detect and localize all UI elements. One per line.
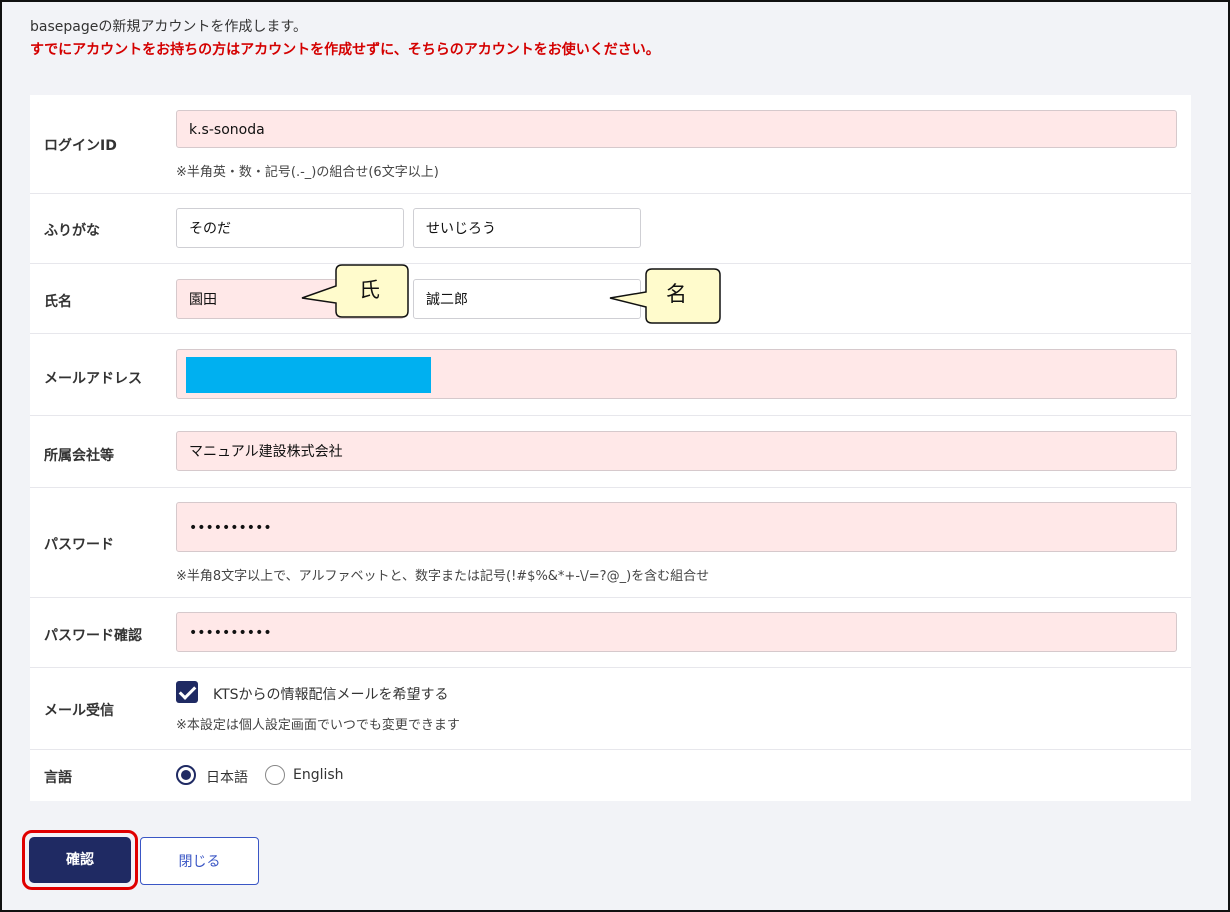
name-label: 氏名 xyxy=(44,294,72,310)
login-id-label: ログインID xyxy=(44,138,117,154)
language-label: 言語 xyxy=(44,770,72,786)
mail-hint: ※本設定は個人設定画面でいつでも変更できます xyxy=(176,718,460,733)
row-furigana: ふりがな そのだ せいじろう xyxy=(30,193,1191,264)
email-label: メールアドレス xyxy=(44,371,142,387)
furigana-first-input[interactable]: せいじろう xyxy=(413,208,641,248)
password-hint: ※半角8文字以上で、アルファベットと、数字または記号(!#$%&*+-\/=?@… xyxy=(176,569,710,584)
language-option-english[interactable]: English xyxy=(293,767,344,783)
company-input[interactable]: マニュアル建設株式会社 xyxy=(176,431,1177,471)
callout-first-name-bubble xyxy=(609,268,721,324)
language-radio-japanese[interactable] xyxy=(176,765,196,785)
row-password-confirm: パスワード確認 •••••••••• xyxy=(30,597,1191,668)
intro-text: basepageの新規アカウントを作成します。 xyxy=(30,19,307,35)
login-id-input[interactable]: k.s-sonoda xyxy=(176,110,1177,148)
confirm-button[interactable]: 確認 xyxy=(29,837,131,883)
callout-first-name-text: 名 xyxy=(666,282,687,306)
password-confirm-input[interactable]: •••••••••• xyxy=(176,612,1177,652)
callout-last-name-bubble xyxy=(301,264,409,318)
page-frame: basepageの新規アカウントを作成します。 すでにアカウントをお持ちの方はア… xyxy=(0,0,1230,912)
row-mail: メール受信 KTSからの情報配信メールを希望する ※本設定は個人設定画面でいつで… xyxy=(30,667,1191,750)
row-password: パスワード •••••••••• ※半角8文字以上で、アルファベットと、数字また… xyxy=(30,487,1191,598)
language-option-japanese[interactable]: 日本語 xyxy=(206,767,248,787)
mail-label: メール受信 xyxy=(44,703,114,719)
mail-opt-in-label[interactable]: KTSからの情報配信メールを希望する xyxy=(213,684,449,704)
row-email: メールアドレス xyxy=(30,333,1191,416)
confirm-button-highlight: 確認 xyxy=(22,830,138,890)
callout-last-name-text: 氏 xyxy=(359,278,380,302)
furigana-label: ふりがな xyxy=(44,223,100,239)
close-button[interactable]: 閉じる xyxy=(140,837,259,885)
password-label: パスワード xyxy=(44,537,114,553)
furigana-last-input[interactable]: そのだ xyxy=(176,208,404,248)
password-input[interactable]: •••••••••• xyxy=(176,502,1177,552)
account-form: ログインID k.s-sonoda ※半角英・数・記号(.-_)の組合せ(6文字… xyxy=(30,95,1191,801)
language-radio-english[interactable] xyxy=(265,765,285,785)
row-language: 言語 日本語 English xyxy=(30,749,1191,801)
login-id-hint: ※半角英・数・記号(.-_)の組合せ(6文字以上) xyxy=(176,165,439,180)
warning-text: すでにアカウントをお持ちの方はアカウントを作成せずに、そちらのアカウントをお使い… xyxy=(30,42,660,58)
row-company: 所属会社等 マニュアル建設株式会社 xyxy=(30,415,1191,488)
password-confirm-label: パスワード確認 xyxy=(44,628,142,644)
company-label: 所属会社等 xyxy=(44,448,114,464)
mail-opt-in-checkbox[interactable] xyxy=(176,681,198,703)
redaction-mask xyxy=(186,357,431,393)
row-login-id: ログインID k.s-sonoda ※半角英・数・記号(.-_)の組合せ(6文字… xyxy=(30,95,1191,194)
